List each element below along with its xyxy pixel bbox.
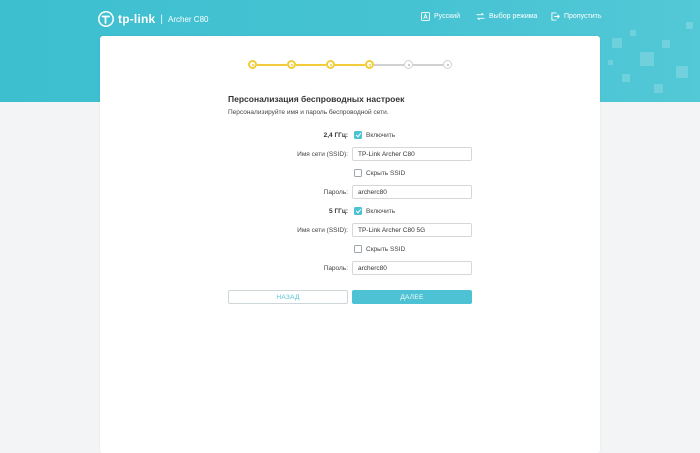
band-24-enable-label: Включить [366,132,396,139]
band-24-ssid-input[interactable] [352,147,472,161]
wizard-card: Персонализация беспроводных настроек Пер… [100,36,600,453]
next-button[interactable]: ДАЛЕЕ [352,290,472,304]
decor-square [654,84,663,93]
step-connector [413,64,443,66]
decor-square [612,38,622,48]
decor-square [640,52,654,66]
step-dot [404,60,413,69]
back-button[interactable]: НАЗАД [228,290,348,304]
step-dot [443,60,452,69]
band-24-ssid-label: Имя сети (SSID): [297,151,348,158]
progress-stepper [248,60,452,70]
band-24-password-label: Пароль: [323,189,348,196]
skip-icon [551,12,560,21]
step-dot [287,60,296,69]
band-5-enable-checkbox[interactable] [354,207,362,215]
page-title: Персонализация беспроводных настроек [228,94,405,104]
tp-link-logo-icon [98,11,114,27]
nav-mode-select[interactable]: Выбор режима [476,12,537,21]
brand-separator: | [160,13,164,25]
band-5-hide-ssid-checkbox[interactable] [354,245,362,253]
nav-skip-label: Пропустить [564,13,602,20]
band-5-password-input[interactable] [352,261,472,275]
step-dot [326,60,335,69]
nav-language-label: Русский [434,13,460,20]
step-connector [335,64,365,66]
band-5-hide-ssid-label: Скрыть SSID [366,246,406,253]
step-connector [296,64,326,66]
band-24-hide-ssid-label: Скрыть SSID [366,170,406,177]
page-subtitle: Персонализируйте имя и пароль беспроводн… [228,109,389,116]
band-5-label: 5 ГГц: [329,208,348,215]
nav-language[interactable]: Русский [421,12,460,21]
nav-mode-select-label: Выбор режима [489,13,538,20]
band-24-label: 2,4 ГГц: [323,132,348,139]
mode-switch-icon [476,12,485,21]
decor-square [676,66,688,78]
decor-square [608,60,613,65]
step-connector [374,64,404,66]
step-connector [257,64,287,66]
band-24-password-input[interactable] [352,185,472,199]
decor-square [622,74,630,82]
brand-name: tp-link [118,12,156,26]
decor-square [686,22,693,29]
step-dot [365,60,374,69]
band-5-ssid-input[interactable] [352,223,472,237]
band-24-hide-ssid-checkbox[interactable] [354,169,362,177]
language-icon [421,12,430,21]
nav-skip[interactable]: Пропустить [551,12,602,21]
decor-square [662,40,670,48]
step-dot [248,60,257,69]
brand-logo: tp-link | Archer C80 [98,10,208,28]
band-5-password-label: Пароль: [323,265,348,272]
band-24-enable-checkbox[interactable] [354,131,362,139]
band-5-ssid-label: Имя сети (SSID): [297,227,348,234]
model-name: Archer C80 [168,14,209,24]
band-5-enable-label: Включить [366,208,396,215]
decor-square [630,30,636,36]
